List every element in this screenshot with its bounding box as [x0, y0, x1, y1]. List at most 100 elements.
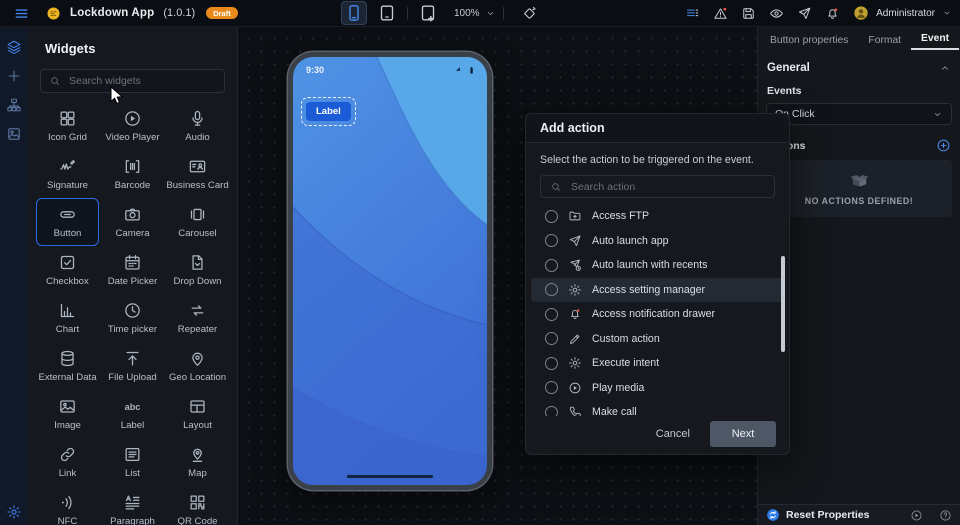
next-button[interactable]: Next [710, 421, 776, 447]
widget-layout[interactable]: Layout [166, 390, 229, 438]
widget-carousel[interactable]: Carousel [166, 198, 229, 246]
tab-event[interactable]: Event [911, 30, 959, 50]
image-icon [58, 397, 77, 416]
widget-map[interactable]: Map [166, 438, 229, 486]
play-icon [123, 109, 142, 128]
widget-signature[interactable]: Signature [36, 150, 99, 198]
tab-format[interactable]: Format [858, 32, 911, 50]
rail-widgets-icon[interactable] [6, 39, 22, 55]
radio-button[interactable] [545, 332, 558, 345]
folder-up-icon [568, 209, 582, 223]
reset-icon[interactable] [766, 508, 780, 522]
device-phone-icon[interactable] [341, 1, 367, 25]
carousel-icon [188, 205, 207, 224]
phone-screen[interactable]: 9:30 Label [293, 57, 487, 485]
abc-icon: abc [123, 397, 142, 416]
grid-icon [58, 109, 77, 128]
action-auto-launch-with-recents[interactable]: Auto launch with recents [531, 253, 784, 278]
settings-gear-icon[interactable] [6, 504, 22, 520]
widget-search[interactable] [40, 69, 225, 93]
widget-checkbox[interactable]: Checkbox [36, 246, 99, 294]
notifications-icon[interactable] [825, 6, 840, 21]
chevron-down-icon [932, 109, 943, 120]
list-icon [123, 445, 142, 464]
hamburger-menu-icon[interactable] [14, 6, 29, 21]
widget-link[interactable]: Link [36, 438, 99, 486]
user-avatar[interactable] [853, 5, 869, 21]
reset-properties-bar[interactable]: Reset Properties [758, 504, 960, 525]
alerts-icon[interactable] [713, 6, 728, 21]
action-access-setting-manager[interactable]: Access setting manager [531, 278, 784, 303]
gear-icon [568, 283, 582, 297]
widget-geo-location[interactable]: Geo Location [166, 342, 229, 390]
widget-button[interactable]: Button [36, 198, 99, 246]
modal-title: Add action [540, 121, 605, 135]
action-access-notification-drawer[interactable]: Access notification drawer [531, 302, 784, 327]
label-widget[interactable]: Label [306, 102, 351, 121]
widget-repeater[interactable]: Repeater [166, 294, 229, 342]
widget-drop-down[interactable]: Drop Down [166, 246, 229, 294]
device-new-icon[interactable] [415, 1, 441, 25]
preview-icon[interactable] [769, 6, 784, 21]
widget-label: List [125, 468, 140, 479]
widget-label: Barcode [115, 180, 151, 191]
general-section-header[interactable]: General [767, 62, 951, 74]
widget-date-picker[interactable]: Date Picker [101, 246, 164, 294]
widget-audio[interactable]: Audio [166, 102, 229, 150]
widget-paragraph[interactable]: Paragraph [101, 486, 164, 525]
radio-button[interactable] [545, 234, 558, 247]
pencil-icon [568, 332, 582, 346]
event-select[interactable]: On Click [766, 103, 952, 125]
tab-button-properties[interactable]: Button properties [760, 32, 858, 50]
widget-time-picker[interactable]: Time picker [101, 294, 164, 342]
widget-icon-grid[interactable]: Icon Grid [36, 102, 99, 150]
widget-barcode[interactable]: Barcode [101, 150, 164, 198]
signature-icon [58, 157, 77, 176]
rotate-device-icon[interactable] [521, 5, 538, 22]
radio-button[interactable] [545, 357, 558, 370]
scrollbar[interactable] [781, 256, 785, 352]
action-access-ftp[interactable]: Access FTP [531, 204, 784, 229]
widget-grid: Icon GridVideo PlayerAudio Signature Barco… [28, 102, 237, 525]
action-execute-intent[interactable]: Execute intent [531, 351, 784, 376]
widget-nfc[interactable]: NFC [36, 486, 99, 525]
action-search-input[interactable] [569, 180, 765, 194]
widget-external-data[interactable]: External Data [36, 342, 99, 390]
radio-button[interactable] [545, 210, 558, 223]
save-icon[interactable] [741, 6, 756, 21]
add-action-icon[interactable] [936, 138, 951, 153]
cancel-button[interactable]: Cancel [656, 428, 690, 440]
action-play-media[interactable]: Play media [531, 376, 784, 401]
widget-list[interactable]: List [101, 438, 164, 486]
action-auto-launch-app[interactable]: Auto launch app [531, 229, 784, 254]
widget-chart[interactable]: Chart [36, 294, 99, 342]
bell-dot-icon [568, 307, 582, 321]
zoom-select[interactable]: 100% [454, 8, 496, 19]
widget-label[interactable]: abcLabel [101, 390, 164, 438]
widget-file-upload[interactable]: File Upload [101, 342, 164, 390]
widget-search-input[interactable] [67, 74, 216, 88]
action-custom-action[interactable]: Custom action [531, 327, 784, 352]
widget-label: Carousel [178, 228, 216, 239]
radio-button[interactable] [545, 283, 558, 296]
device-tablet-icon[interactable] [374, 1, 400, 25]
widget-camera[interactable]: Camera [101, 198, 164, 246]
publish-icon[interactable] [797, 6, 812, 21]
nfc-icon [58, 493, 77, 512]
rail-add-icon[interactable] [6, 68, 22, 84]
help-icon[interactable] [939, 509, 952, 522]
rail-hierarchy-icon[interactable] [6, 97, 22, 113]
radio-button[interactable] [545, 381, 558, 394]
widget-qr-code[interactable]: QR Code [166, 486, 229, 525]
radio-button[interactable] [545, 259, 558, 272]
selected-widget-outline[interactable]: Label [301, 97, 356, 126]
action-search[interactable] [540, 175, 775, 198]
widget-video-player[interactable]: Video Player [101, 102, 164, 150]
chevron-down-icon[interactable] [942, 8, 952, 18]
radio-button[interactable] [545, 308, 558, 321]
widget-image[interactable]: Image [36, 390, 99, 438]
play-circle-icon[interactable] [910, 509, 923, 522]
rail-media-icon[interactable] [6, 126, 22, 142]
widget-business-card[interactable]: Business Card [166, 150, 229, 198]
menu-lines-icon[interactable] [685, 6, 700, 21]
